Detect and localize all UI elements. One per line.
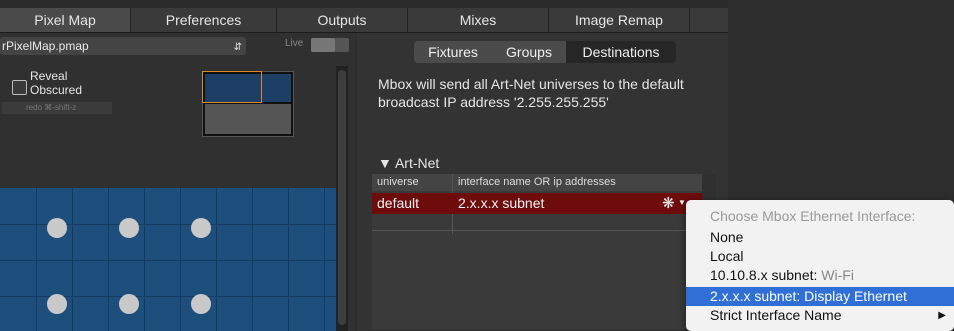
reveal-obscured-label: Reveal Obscured [30,69,82,97]
pixel-fixture-dot[interactable] [191,294,211,314]
row-divider [372,230,702,231]
menu-header: Choose Mbox Ethernet Interface: [710,208,916,224]
submenu-arrow-icon: ▶ [938,310,946,321]
menu-item-label: 10.10.8.x subnet: [710,267,818,283]
reveal-text: Reveal [30,69,68,83]
menu-item-suffix: Wi-Fi [817,267,854,283]
universe-cell: default [377,195,420,211]
thumbnail-viewport-frame [202,71,262,103]
destination-info-text: Mbox will send all Art-Net universes to … [378,75,718,111]
left-scrollbar[interactable] [336,66,348,331]
interface-cell: 2.x.x.x subnet [458,195,545,211]
tab-groups[interactable]: Groups [492,41,566,63]
menu-item-label: Strict Interface Name [710,307,842,323]
tab-image-remap[interactable]: Image Remap [549,8,690,32]
live-toggle-knob [311,38,335,52]
menu-item-suffix: Display Ethernet [800,288,907,304]
reveal-obscured-checkbox[interactable] [12,80,27,95]
main-tab-bar: Pixel Map Preferences Outputs Mixes Imag… [0,8,729,33]
thumbnail-fixtures-bottom [205,104,291,134]
tab-preferences[interactable]: Preferences [131,8,277,32]
pixel-map-thumbnail[interactable] [202,71,294,137]
menu-item-strict-interface-name[interactable]: Strict Interface Name ▶ [686,306,954,325]
tab-outputs[interactable]: Outputs [277,8,408,32]
pixel-fixture-dot[interactable] [119,218,139,238]
menu-item-label: 2.x.x.x subnet: [710,288,801,304]
live-label: Live [285,38,304,49]
tab-pixel-map[interactable]: Pixel Map [0,8,131,32]
info-line-1: Mbox will send all Art-Net universes to … [378,76,684,92]
menu-item-display-ethernet[interactable]: 2.x.x.x subnet: Display Ethernet [686,287,954,306]
left-scrollbar-thumb[interactable] [338,70,346,325]
menu-item-none[interactable]: None [686,228,954,247]
live-toggle[interactable] [311,38,349,52]
sub-tab-bar: Fixtures Groups Destinations [414,41,676,63]
table-row[interactable]: default 2.x.x.x subnet ❋ ▼ [372,193,702,214]
pixel-fixture-dot[interactable] [191,218,211,238]
grid-line [0,260,336,261]
tab-fixtures[interactable]: Fixtures [414,41,492,63]
pixel-fixture-dot[interactable] [47,218,67,238]
pixel-fixture-dot[interactable] [119,294,139,314]
pixel-map-file-select[interactable]: rPixelMap.pmap ⇵ [0,37,246,55]
artnet-section-toggle[interactable]: ▼ Art-Net [378,155,439,171]
file-name: rPixelMap.pmap [2,39,89,53]
redo-hint: redo ⌘-shift-z [2,102,112,114]
tab-mixes[interactable]: Mixes [408,8,549,32]
column-header-universe[interactable]: universe [372,174,452,191]
tab-empty [690,8,729,32]
menu-item-wifi-subnet[interactable]: 10.10.8.x subnet: Wi-Fi [686,266,954,285]
info-line-2: broadcast IP address '2.255.255.255' [378,94,609,110]
gear-icon[interactable]: ❋ [662,193,675,214]
menu-item-label: None [710,229,744,245]
pixel-grid-canvas[interactable] [0,188,336,331]
tab-destinations[interactable]: Destinations [566,41,676,63]
pixel-fixture-dot[interactable] [47,294,67,314]
chevron-down-icon[interactable]: ▼ [678,198,686,207]
column-header-interface[interactable]: interface name OR ip addresses [453,174,702,191]
window-top-edge [0,0,728,8]
interface-popup-menu: Choose Mbox Ethernet Interface: None Loc… [686,200,954,331]
menu-item-label: Local [710,248,744,264]
stepper-icon: ⇵ [233,42,242,53]
menu-item-local[interactable]: Local [686,247,954,266]
obscured-text: Obscured [30,83,83,97]
